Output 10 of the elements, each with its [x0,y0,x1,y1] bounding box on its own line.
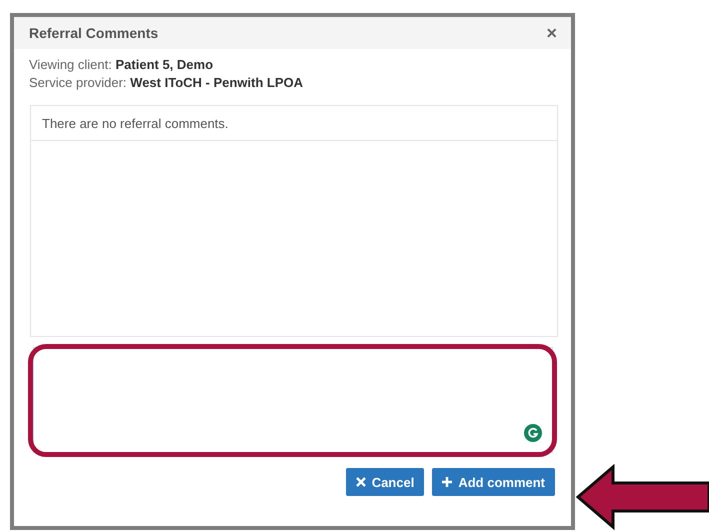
info-line: Service provider: West IToCH - Penwith LPOA [29,75,304,90]
info-line: Viewing client: Patient 5, Demo [29,57,214,72]
cancel-button[interactable]: Cancel [346,468,424,496]
add-button[interactable]: Add comment [432,468,555,496]
close-icon [356,477,366,487]
grammar-icon[interactable] [524,424,542,442]
close-button[interactable]: × [546,22,557,44]
dialog-title: Referral Comments [29,25,158,41]
empty-message: There are no referral comments. [31,106,557,141]
plus-icon [442,477,452,487]
